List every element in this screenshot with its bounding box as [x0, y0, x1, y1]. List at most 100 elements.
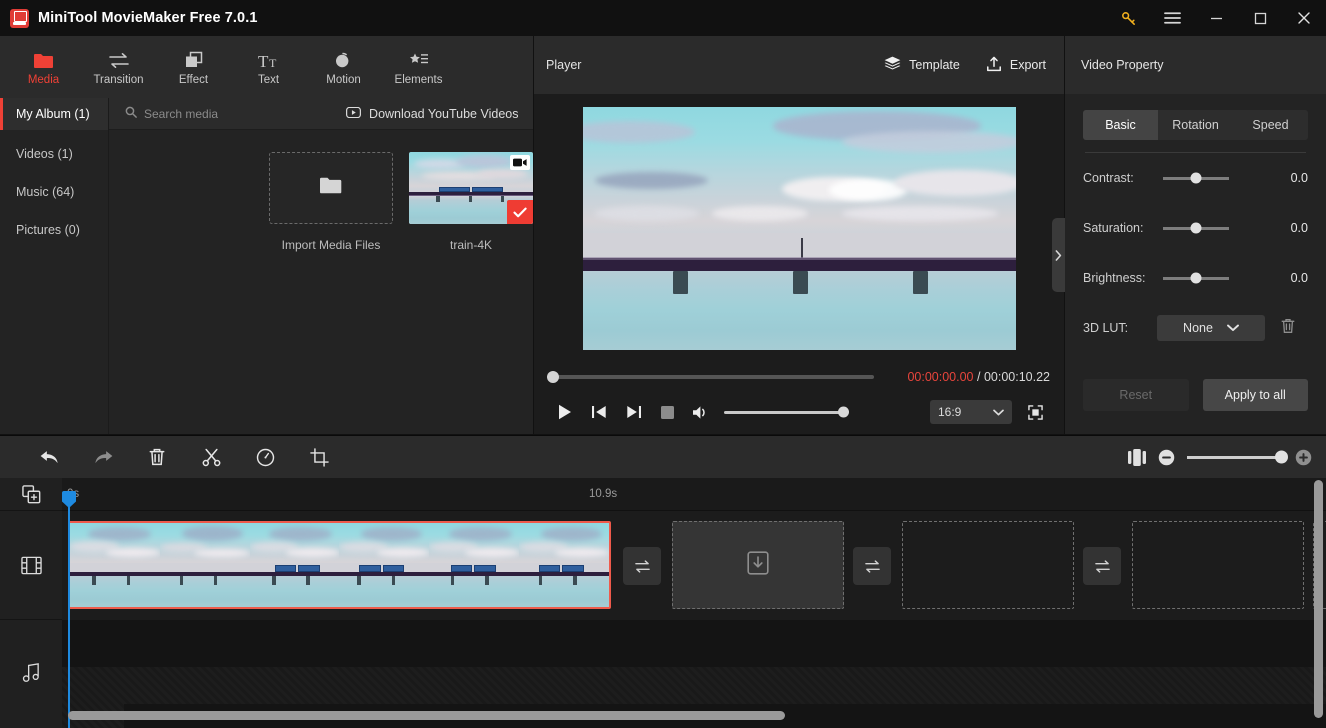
speed-button[interactable] [238, 436, 292, 479]
main-tab-bar: Media Transition Effect T T Text Motion … [0, 36, 533, 98]
next-frame-button[interactable] [616, 395, 650, 429]
brightness-row: Brightness: 0.0 [1083, 253, 1308, 303]
tab-label: Media [27, 73, 60, 86]
saturation-label: Saturation: [1083, 221, 1144, 235]
crop-button[interactable] [292, 436, 346, 479]
property-actions: Reset Apply to all [1083, 379, 1308, 411]
maximize-icon[interactable] [1238, 0, 1282, 36]
tab-rotation[interactable]: Rotation [1158, 110, 1233, 140]
vertical-scrollbar[interactable] [1314, 480, 1323, 718]
video-preview[interactable] [582, 106, 1016, 350]
previous-frame-button[interactable] [582, 395, 616, 429]
brightness-slider[interactable] [1163, 272, 1229, 284]
import-label: Import Media Files [281, 238, 381, 252]
transition-slot-2[interactable] [853, 547, 891, 585]
delete-lut-icon[interactable] [1281, 318, 1295, 339]
tab-effect[interactable]: Effect [156, 36, 231, 98]
transition-slot-1[interactable] [623, 547, 661, 585]
contrast-handle[interactable] [1190, 172, 1202, 184]
volume-slider[interactable] [724, 406, 849, 418]
add-media-button[interactable] [0, 478, 62, 510]
redo-button[interactable] [76, 436, 130, 479]
zoom-handle[interactable] [1275, 450, 1288, 464]
media-thumbnail[interactable] [409, 152, 533, 224]
tab-speed[interactable]: Speed [1233, 110, 1308, 140]
apply-label: Apply to all [1224, 388, 1286, 402]
media-drop-slot-1[interactable] [672, 521, 844, 609]
window-controls [1106, 0, 1326, 36]
delete-button[interactable] [130, 436, 184, 479]
saturation-slider[interactable] [1163, 222, 1229, 234]
zoom-out-button[interactable] [1158, 449, 1175, 466]
clip-frame [70, 523, 160, 607]
contrast-slider[interactable] [1163, 172, 1229, 184]
seek-handle[interactable] [547, 371, 559, 383]
tab-label: Elements [394, 73, 443, 86]
export-button[interactable]: Export [986, 56, 1046, 75]
search-input[interactable]: Search media [125, 106, 218, 121]
transition-slot-3[interactable] [1083, 547, 1121, 585]
download-label: Download YouTube Videos [369, 106, 519, 121]
layers-icon [884, 56, 901, 74]
volume-handle[interactable] [838, 406, 849, 418]
close-icon[interactable] [1282, 0, 1326, 36]
apply-to-all-button[interactable]: Apply to all [1202, 379, 1308, 411]
effect-icon [184, 49, 204, 69]
split-view-icon[interactable] [1128, 448, 1146, 466]
seek-slider[interactable] [547, 371, 874, 383]
play-button[interactable] [548, 395, 582, 429]
property-title: Video Property [1081, 58, 1164, 72]
media-drop-slot-3[interactable] [1132, 521, 1304, 609]
import-cell[interactable]: Import Media Files [269, 152, 393, 252]
timeline-clip[interactable] [68, 521, 611, 609]
brightness-handle[interactable] [1190, 272, 1202, 284]
selected-check-icon[interactable] [507, 200, 533, 224]
tab-label: Rotation [1172, 118, 1219, 132]
sidebar-item-videos[interactable]: Videos (1) [0, 138, 108, 170]
media-item[interactable]: train-4K [409, 152, 533, 252]
elements-icon [408, 49, 430, 69]
player-title: Player [546, 58, 582, 72]
import-media-button[interactable] [269, 152, 393, 224]
folder-icon [33, 49, 54, 69]
tab-elements[interactable]: Elements [381, 36, 456, 98]
zoom-slider[interactable] [1187, 450, 1288, 464]
minimize-icon[interactable] [1194, 0, 1238, 36]
timeline-ruler[interactable]: 0s 10.9s [62, 478, 1326, 510]
clip-frame [519, 523, 609, 607]
lut-select[interactable]: None [1157, 315, 1265, 341]
download-youtube-button[interactable]: Download YouTube Videos [346, 106, 519, 121]
chevron-down-icon [993, 405, 1004, 419]
timeline-zoom-controls [1128, 448, 1326, 466]
sidebar-item-music[interactable]: Music (64) [0, 176, 108, 208]
tab-motion[interactable]: Motion [306, 36, 381, 98]
sidebar-item-pictures[interactable]: Pictures (0) [0, 214, 108, 246]
key-icon[interactable] [1106, 0, 1150, 36]
playhead[interactable] [62, 491, 76, 728]
tab-transition[interactable]: Transition [81, 36, 156, 98]
volume-icon[interactable] [684, 395, 718, 429]
template-label: Template [909, 58, 960, 72]
saturation-handle[interactable] [1190, 222, 1202, 234]
search-placeholder: Search media [144, 106, 219, 121]
video-track[interactable] [62, 510, 1326, 620]
reset-button[interactable]: Reset [1083, 379, 1189, 411]
undo-button[interactable] [22, 436, 76, 479]
tab-basic[interactable]: Basic [1083, 110, 1158, 140]
panel-collapse-toggle[interactable] [1052, 218, 1065, 292]
tab-text[interactable]: T T Text [231, 36, 306, 98]
zoom-in-button[interactable] [1295, 449, 1312, 466]
current-time: 00:00:00.00 [907, 370, 974, 384]
split-button[interactable] [184, 436, 238, 479]
sidebar-item-my-album[interactable]: My Album (1) [0, 98, 108, 130]
tab-media[interactable]: Media [6, 36, 81, 98]
template-button[interactable]: Template [884, 56, 960, 74]
menu-icon[interactable] [1150, 0, 1194, 36]
media-grid: Import Media Files train-4K [109, 130, 533, 252]
horizontal-scrollbar[interactable] [68, 711, 785, 720]
aspect-ratio-select[interactable]: 16:9 [930, 400, 1012, 424]
tab-label: Speed [1252, 118, 1289, 132]
fullscreen-button[interactable] [1020, 397, 1050, 427]
media-drop-slot-2[interactable] [902, 521, 1074, 609]
stop-button[interactable] [650, 395, 684, 429]
